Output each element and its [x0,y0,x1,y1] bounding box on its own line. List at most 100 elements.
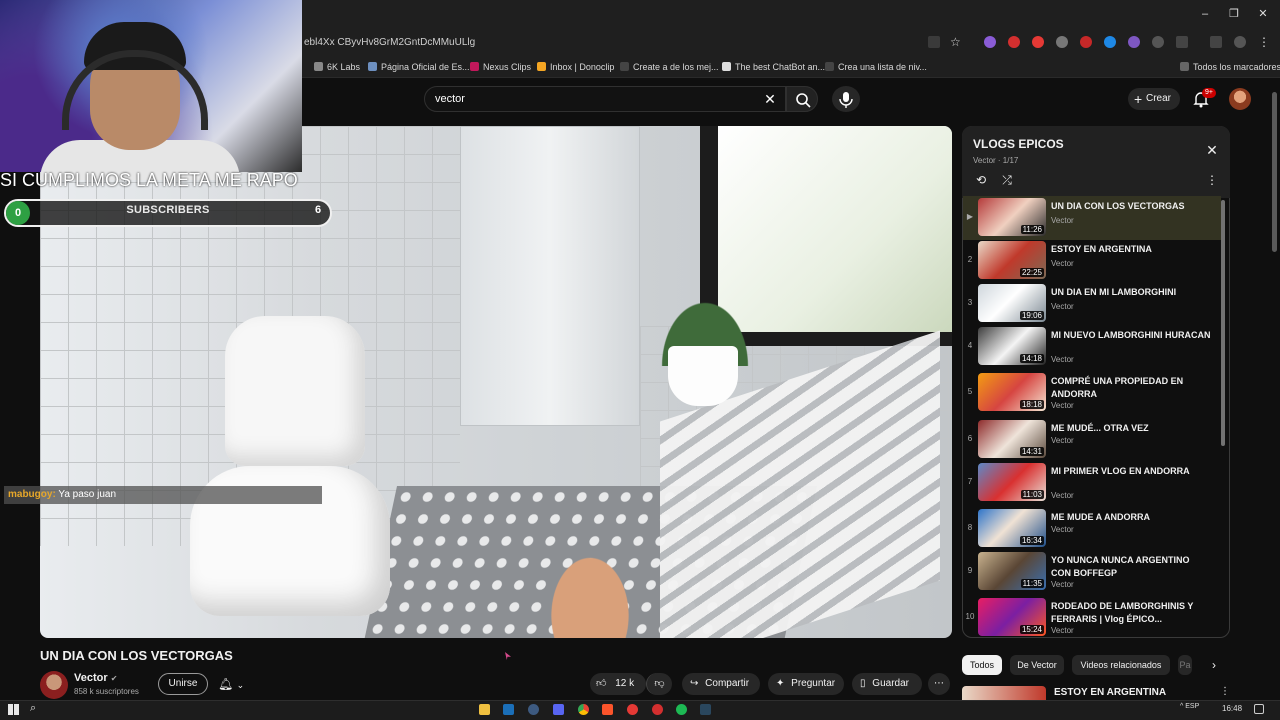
bookmark-icon [620,62,629,71]
extension-icon[interactable] [984,36,996,48]
playlist-item[interactable]: 10 15:24 RODEADO DE LAMBORGHINIS Y FERRA… [963,596,1221,640]
join-button[interactable]: Unirse [158,673,208,695]
user-avatar[interactable] [1229,88,1251,110]
install-icon[interactable] [928,36,940,48]
chip-partial[interactable]: Pa [1178,655,1192,675]
app-icon[interactable] [528,704,539,715]
notification-center-icon[interactable] [1254,704,1264,714]
bookmark[interactable]: Página Oficial de Es... [368,60,470,74]
discord-icon[interactable] [553,704,564,715]
extension-icon[interactable] [1104,36,1116,48]
puzzle-icon[interactable] [1176,36,1188,48]
file-explorer-icon[interactable] [479,704,490,715]
playlist-item[interactable]: 7 11:03 MI PRIMER VLOG EN ANDORRA Vector [963,461,1221,505]
playlist-item[interactable]: 2 22:25 ESTOY EN ARGENTINA Vector [963,239,1221,283]
playlist-scrollbar[interactable] [1221,200,1225,446]
channel-name[interactable]: Vector ✔ [74,672,117,684]
bookmark[interactable]: The best ChatBot an... [722,60,825,74]
app-icon[interactable] [652,704,663,715]
menu-list-icon[interactable] [1210,36,1222,48]
spotify-icon[interactable] [676,704,687,715]
extension-icon[interactable] [1152,36,1164,48]
profile-icon[interactable] [1234,36,1246,48]
steam-icon[interactable] [700,704,711,715]
app-icon[interactable] [627,704,638,715]
playlist-title[interactable]: VLOGS EPICOS [973,137,1064,151]
like-button[interactable]: 👍︎ 12 k [590,673,646,695]
chip-all[interactable]: Todos [962,655,1002,675]
streamer-webcam [0,0,302,180]
playlist-item-channel: Vector [1051,626,1074,635]
bookmark[interactable]: Inbox | Donoclip [537,60,614,74]
subscriber-count: 858 k suscriptores [74,687,139,696]
taskbar-clock[interactable]: 16:48 [1222,704,1242,713]
next-video-item[interactable]: ESTOY EN ARGENTINA ⋮ [962,686,1230,700]
bookmark-icon [368,62,377,71]
restore-icon[interactable]: ❐ [1225,6,1243,22]
voice-search-button[interactable] [832,86,860,112]
search-icon[interactable]: ⌕ [30,702,36,715]
extension-icon[interactable] [1056,36,1068,48]
chat-text: Ya paso juan [58,489,117,500]
share-icon: ↪ [690,678,699,689]
subscription-bell-button[interactable]: 🔔︎ ⌄ [218,673,258,695]
save-button[interactable]: ▯ Guardar [852,673,922,695]
playlist-item[interactable]: 6 14:31 ME MUDÉ... OTRA VEZ Vector [963,418,1221,462]
search-button[interactable] [786,86,818,112]
extension-icon[interactable] [1032,36,1044,48]
system-tray[interactable]: ^ ESP [1180,703,1199,710]
chevron-right-icon[interactable]: › [1206,657,1222,673]
chrome-icon[interactable] [578,704,589,715]
chat-message: mabugoy: Ya paso juan [4,486,322,504]
loop-icon[interactable]: ⟲ [973,172,989,188]
extension-icon[interactable] [1080,36,1092,48]
playlist-item[interactable]: ▶ 11:26 UN DIA CON LOS VECTORGAS Vector [963,196,1221,240]
video-title: UN DIA CON LOS VECTORGAS [40,648,233,663]
extension-icon[interactable] [1008,36,1020,48]
bookmark[interactable]: Crea una lista de niv... [825,60,927,74]
app-icon[interactable] [503,704,514,715]
playlist-item[interactable]: 9 11:35 YO NUNCA NUNCA ARGENTINO CON BOF… [963,550,1221,594]
windows-start-icon[interactable] [8,704,19,715]
playlist-item[interactable]: 5 18:18 COMPRÉ UNA PROPIEDAD EN ANDORRA … [963,371,1221,415]
chip-related[interactable]: Videos relacionados [1072,655,1170,675]
chevron-down-icon: ⌄ [236,680,245,690]
ask-button[interactable]: ✦ Preguntar [768,673,844,695]
close-window-icon[interactable]: ✕ [1254,6,1272,22]
address-bar[interactable]: ebl4Xx CByvHv8GrM2GntDcMMuULlg [300,33,940,53]
search-input[interactable]: vector [424,86,786,112]
star-icon[interactable]: ☆ [950,36,962,48]
page-scrollbar[interactable] [1272,92,1277,252]
all-bookmarks[interactable]: Todos los marcadores [1180,60,1280,74]
playlist-item-channel: Vector [1051,436,1074,445]
extension-icon[interactable] [1128,36,1140,48]
bookmark[interactable]: 6K Labs [314,60,360,74]
minimize-icon[interactable]: – [1196,6,1214,22]
folder-icon [1180,62,1189,71]
bookmark[interactable]: Nexus Clips [470,60,531,74]
playlist-menu-icon[interactable]: ⋮ [1204,172,1220,188]
channel-avatar[interactable] [40,671,68,699]
bookmark[interactable]: Create a de los mej... [620,60,719,74]
goal-start-count: 0 [6,201,30,225]
clear-search-icon[interactable]: ✕ [762,90,778,108]
brave-icon[interactable] [602,704,613,715]
chip-from-channel[interactable]: De Vector [1010,655,1064,675]
kebab-menu-icon[interactable]: ⋮ [1220,686,1230,697]
create-button[interactable]: + Crear [1128,88,1180,110]
goal-end-count: 6 [314,204,322,216]
more-actions-button[interactable]: ⋯ [928,673,950,695]
shuffle-icon[interactable]: ⤮ [999,172,1015,188]
kebab-menu-icon[interactable]: ⋮ [1258,36,1270,48]
playlist-item[interactable]: 4 14:18 MI NUEVO LAMBORGHINI HURACAN Vec… [963,325,1221,369]
close-playlist-icon[interactable]: ✕ [1204,142,1220,158]
plus-icon: + [1134,91,1143,107]
dislike-button[interactable]: 👎︎ [646,673,672,695]
share-button[interactable]: ↪ Compartir [682,673,760,695]
chevron-up-icon: ^ [1180,703,1184,710]
playlist-item[interactable]: 3 19:06 UN DIA EN MI LAMBORGHINI Vector [963,282,1221,326]
playlist-item[interactable]: 8 16:34 ME MUDE A ANDORRA Vector [963,507,1221,551]
playlist-item-title: MI PRIMER VLOG EN ANDORRA [1051,466,1190,476]
playlist-item-channel: Vector [1051,401,1074,410]
thumbs-down-icon: 👎︎ [654,678,665,689]
